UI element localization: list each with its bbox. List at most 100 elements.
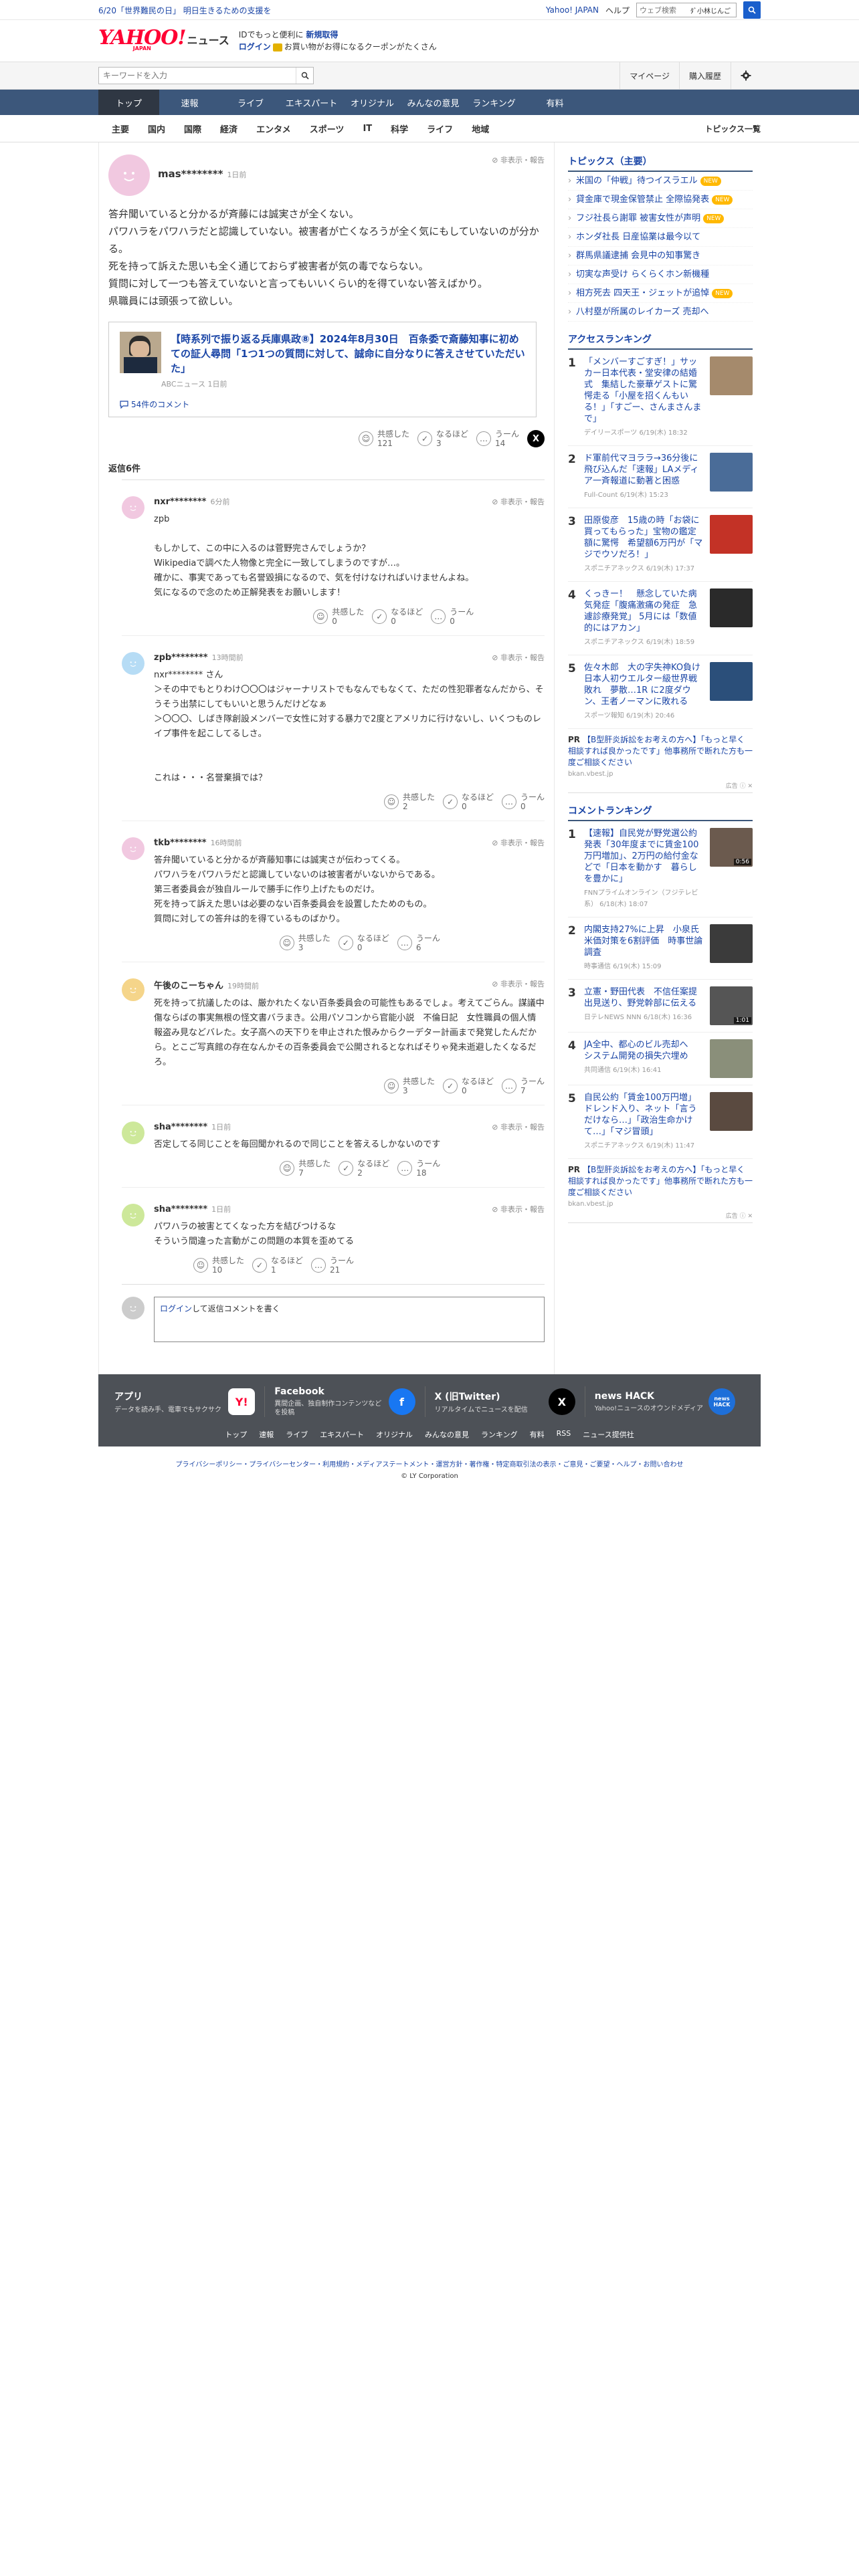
cat-it[interactable]: IT: [353, 124, 381, 134]
hide-report-link[interactable]: ⊘ 非表示・報告: [492, 978, 545, 989]
avatar[interactable]: [108, 154, 150, 196]
ranking-item[interactable]: 3 立憲・野田代表 不信任案提出見送り、野党幹部に伝える 日テレNEWS NNN …: [568, 980, 753, 1033]
hide-report-link[interactable]: ⊘ 非表示・報告: [492, 837, 545, 848]
hmm-button[interactable]: … うーん 14: [476, 429, 519, 448]
topics-list-link[interactable]: トピックス一覧: [704, 123, 761, 134]
avatar[interactable]: [122, 837, 145, 860]
gnav-paid[interactable]: 有料: [524, 90, 585, 115]
footer-link[interactable]: オリジナル: [376, 1429, 413, 1440]
ranking-item[interactable]: 4 くっきー！ 懸念していた病気発症「腹痛激痛の発症 急遽診療発覚」 5月には「…: [568, 582, 753, 655]
footer-link[interactable]: 速報: [259, 1429, 274, 1440]
footer-link[interactable]: RSS: [557, 1429, 571, 1440]
pr-ad[interactable]: PR 【B型肝炎訴訟をお考えの方へ】「もっと早く相談すれば良かったです」他事務所で…: [568, 729, 753, 781]
mypage-link[interactable]: マイページ: [619, 62, 679, 89]
reply-user[interactable]: nxr********: [154, 497, 206, 507]
hmm-button[interactable]: … うーん 18: [397, 1159, 440, 1178]
footer-legal-links[interactable]: プライバシーポリシー・プライバシーセンター・利用規約・メディアステートメント・運…: [98, 1459, 761, 1469]
avatar[interactable]: [122, 1204, 145, 1226]
indeed-button[interactable]: ✓ なるほど 1: [252, 1256, 303, 1275]
topic-item[interactable]: 貸金庫で現金保管禁止 全際協発表NEW: [568, 191, 753, 209]
gnav-expert[interactable]: エキスパート: [281, 90, 342, 115]
ranking-item[interactable]: 5 佐々木郎 大の字失神KO負け 日本人初ウエルター級世界戦敗れ 夢散…1R に…: [568, 655, 753, 729]
ranking-item[interactable]: 3 田原俊彦 15歳の時「お袋に買ってもらった」宝物の鑑定額に驚愕 希望額6万円…: [568, 508, 753, 582]
empathy-button[interactable]: ☺ 共感した 3: [383, 1077, 435, 1095]
hide-report-link[interactable]: ⊘ 非表示・報告: [492, 652, 545, 663]
hide-report-link[interactable]: ⊘ 非表示・報告: [492, 1121, 545, 1132]
topic-item[interactable]: 群馬県議逮捕 会見中の知事驚き: [568, 247, 753, 265]
footer-facebook[interactable]: Facebook 異間企画、独自制作コンテンツなどを投稿 f: [274, 1386, 425, 1417]
yahoo-news-logo[interactable]: YAHOO! JAPAN ニュース: [98, 28, 229, 51]
reply-input[interactable]: ログインして返信コメントを書く: [154, 1297, 545, 1342]
hide-report-link[interactable]: ⊘ 非表示・報告: [492, 154, 545, 165]
web-search-input[interactable]: [637, 5, 690, 15]
footer-link[interactable]: ニュース提供社: [583, 1429, 634, 1440]
help-link[interactable]: ヘルプ: [605, 5, 630, 16]
indeed-button[interactable]: ✓ なるほど 0: [442, 1077, 494, 1095]
indeed-button[interactable]: ✓ なるほど 0: [442, 792, 494, 811]
topic-item[interactable]: フジ社長ら謝罪 被害女性が声明NEW: [568, 209, 753, 228]
news-search-button[interactable]: [296, 68, 313, 84]
indeed-button[interactable]: ✓ なるほど 0: [372, 607, 423, 626]
ranking-item[interactable]: 4 JA全中、都心のビル売却へ システム開発の損失穴埋め 共同通信 6/19(木)…: [568, 1033, 753, 1085]
cat-world[interactable]: 国際: [175, 122, 211, 135]
cat-economy[interactable]: 経済: [211, 122, 247, 135]
cat-sports[interactable]: スポーツ: [300, 122, 354, 135]
hide-report-link[interactable]: ⊘ 非表示・報告: [492, 1204, 545, 1214]
pr-ad[interactable]: PR 【B型肝炎訴訟をお考えの方へ】「もっと早く相談すれば良かったです」他事務所で…: [568, 1159, 753, 1211]
hmm-button[interactable]: … うーん 0: [431, 607, 474, 626]
reply-user[interactable]: 午後のこーちゃん: [154, 981, 223, 991]
gnav-top[interactable]: トップ: [98, 90, 159, 115]
article-title[interactable]: 【時系列で振り返る兵庫県政⑧】2024年8月30日 百条委で斎藤知事に初めての証…: [171, 332, 525, 376]
footer-link[interactable]: エキスパート: [320, 1429, 364, 1440]
avatar[interactable]: [122, 978, 145, 1001]
reply-user[interactable]: tkb********: [154, 838, 207, 848]
topic-item[interactable]: 米国の「仲戦」待つイスラエルNEW: [568, 172, 753, 191]
ranking-item[interactable]: 2 内閣支持27%に上昇 小泉氏米価対策を6割評価 時事世論調査 時事通信 6/1…: [568, 918, 753, 980]
gnav-ranking[interactable]: ランキング: [464, 90, 524, 115]
settings-button[interactable]: [731, 62, 761, 89]
empathy-button[interactable]: ☺ 共感した 10: [193, 1256, 244, 1275]
register-link[interactable]: 新規取得: [306, 30, 338, 39]
gnav-live[interactable]: ライブ: [220, 90, 281, 115]
hmm-button[interactable]: … うーん 0: [501, 792, 545, 811]
empathy-button[interactable]: ☺ 共感した 3: [279, 934, 330, 952]
topic-item[interactable]: 相方死去 四天王・ジェットが追悼NEW: [568, 284, 753, 303]
purchase-history-link[interactable]: 購入履歴: [678, 62, 731, 89]
cat-life[interactable]: ライフ: [417, 122, 462, 135]
login-link[interactable]: ログイン: [239, 42, 271, 51]
news-search-input[interactable]: [99, 71, 296, 80]
gnav-opinion[interactable]: みんなの意見: [403, 90, 464, 115]
cat-local[interactable]: 地域: [462, 122, 498, 135]
search-suggestion[interactable]: ﾀﾞ小林じんご: [690, 5, 731, 15]
cat-domestic[interactable]: 国内: [138, 122, 175, 135]
footer-link[interactable]: 有料: [530, 1429, 545, 1440]
cat-entertainment[interactable]: エンタメ: [247, 122, 300, 135]
footer-link[interactable]: みんなの意見: [425, 1429, 469, 1440]
article-card[interactable]: 【時系列で振り返る兵庫県政⑧】2024年8月30日 百条委で斎藤知事に初めての証…: [108, 322, 537, 417]
hmm-button[interactable]: … うーん 21: [311, 1256, 354, 1275]
reply-user[interactable]: sha********: [154, 1122, 207, 1132]
yahoo-japan-link[interactable]: Yahoo! JAPAN: [546, 5, 599, 15]
empathy-button[interactable]: ☺ 共感した 121: [358, 429, 409, 448]
hmm-button[interactable]: … うーん 7: [501, 1077, 545, 1095]
ad-label[interactable]: 広告 ⓘ ✕: [568, 781, 753, 793]
topic-item[interactable]: 切実な声受け らくらくホン新機種: [568, 265, 753, 284]
comment-user[interactable]: mas********: [158, 168, 223, 180]
topic-item[interactable]: 八村塁が所属のレイカーズ 売却へ: [568, 303, 753, 322]
indeed-button[interactable]: ✓ なるほど 3: [417, 429, 468, 448]
x-share-button[interactable]: X: [527, 430, 545, 447]
avatar[interactable]: [122, 652, 145, 675]
ranking-item[interactable]: 5 自民公約「賃金100万円増」ドレンド入り、ネット「言うだけなら…」「政治生命…: [568, 1085, 753, 1159]
footer-newshack[interactable]: news HACK Yahoo!ニュースのオウンドメディア news HACK: [595, 1386, 745, 1417]
footer-app[interactable]: アプリ データを読み手、電車でもサクサク Y!: [114, 1386, 266, 1417]
hide-report-link[interactable]: ⊘ 非表示・報告: [492, 496, 545, 507]
empathy-button[interactable]: ☺ 共感した 7: [280, 1159, 330, 1178]
indeed-button[interactable]: ✓ なるほど 0: [338, 934, 389, 952]
footer-x[interactable]: X (旧Twitter) リアルタイムでニュースを配信 X: [435, 1386, 585, 1417]
article-comments-link[interactable]: 54件のコメント: [120, 399, 525, 410]
reply-login-link[interactable]: ログイン: [160, 1304, 192, 1313]
empathy-button[interactable]: ☺ 共感した 0: [313, 607, 364, 626]
footer-link[interactable]: ライブ: [286, 1429, 308, 1440]
gnav-original[interactable]: オリジナル: [342, 90, 403, 115]
gnav-breaking[interactable]: 速報: [159, 90, 220, 115]
